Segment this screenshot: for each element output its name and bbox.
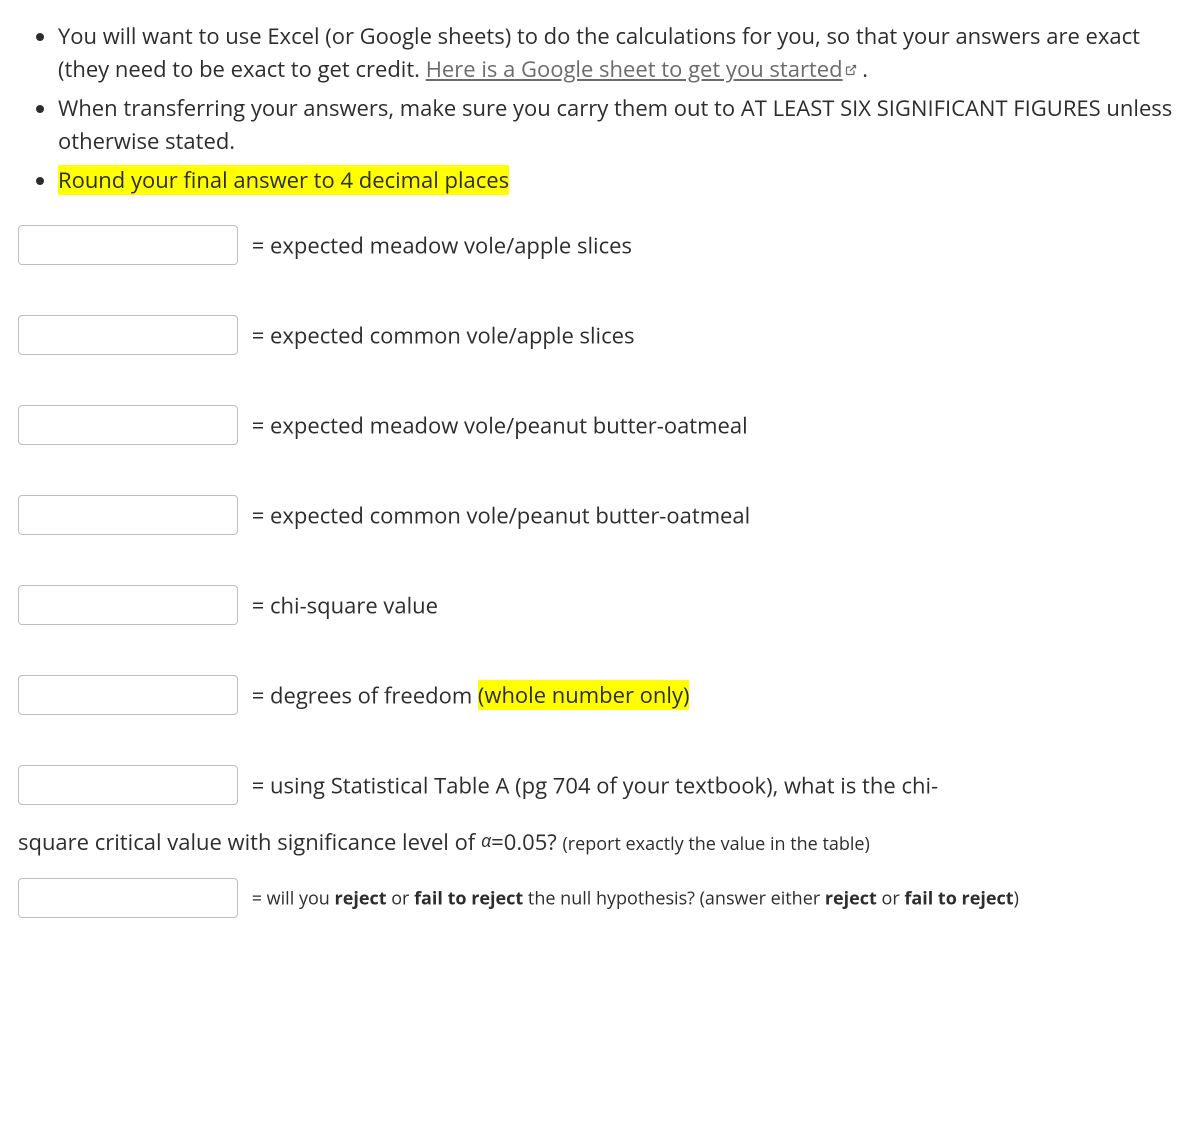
- question-row-6: = degrees of freedom (whole number only): [18, 675, 1182, 717]
- question-label: = expected meadow vole/peanut butter-oat…: [252, 410, 748, 440]
- question-label: = will you reject or fail to reject the …: [252, 887, 1019, 911]
- instruction-bullet-2: When transferring your answers, make sur…: [58, 92, 1182, 158]
- reject-decision-input[interactable]: [18, 878, 238, 918]
- highlighted-rounding-note: Round your final answer to 4 decimal pla…: [58, 165, 509, 195]
- question-label: = using Statistical Table A (pg 704 of y…: [252, 770, 938, 800]
- question-label: = expected common vole/peanut butter-oat…: [252, 500, 750, 530]
- question-row-4: = expected common vole/peanut butter-oat…: [18, 495, 1182, 537]
- expected-common-apple-input[interactable]: [18, 315, 238, 355]
- alpha-symbol: α: [481, 829, 491, 853]
- question-label: = expected common vole/apple slices: [252, 320, 635, 350]
- question-label: = expected meadow vole/apple slices: [252, 230, 632, 260]
- question-row-8: = will you reject or fail to reject the …: [18, 878, 1182, 920]
- degrees-of-freedom-input[interactable]: [18, 675, 238, 715]
- question-7-continuation: square critical value with significance …: [18, 825, 1182, 860]
- report-note: (report exactly the value in the table): [562, 832, 869, 856]
- question-label: = chi-square value: [252, 590, 438, 620]
- expected-common-peanut-input[interactable]: [18, 495, 238, 535]
- expected-meadow-peanut-input[interactable]: [18, 405, 238, 445]
- question-row-3: = expected meadow vole/peanut butter-oat…: [18, 405, 1182, 447]
- external-link-icon: [845, 61, 857, 82]
- question-label: = degrees of freedom (whole number only): [252, 680, 690, 710]
- whole-number-note: (whole number only): [478, 680, 690, 710]
- chi-square-value-input[interactable]: [18, 585, 238, 625]
- instruction-bullet-3: Round your final answer to 4 decimal pla…: [58, 164, 1182, 197]
- google-sheet-link[interactable]: Here is a Google sheet to get you starte…: [426, 54, 857, 84]
- question-row-1: = expected meadow vole/apple slices: [18, 225, 1182, 267]
- question-row-2: = expected common vole/apple slices: [18, 315, 1182, 357]
- expected-meadow-apple-input[interactable]: [18, 225, 238, 265]
- question-row-5: = chi-square value: [18, 585, 1182, 627]
- instruction-bullet-1: You will want to use Excel (or Google sh…: [58, 20, 1182, 86]
- instruction-text: .: [857, 54, 869, 84]
- question-row-7: = using Statistical Table A (pg 704 of y…: [18, 765, 1182, 860]
- instructions-list: You will want to use Excel (or Google sh…: [18, 20, 1182, 197]
- chi-square-critical-input[interactable]: [18, 765, 238, 805]
